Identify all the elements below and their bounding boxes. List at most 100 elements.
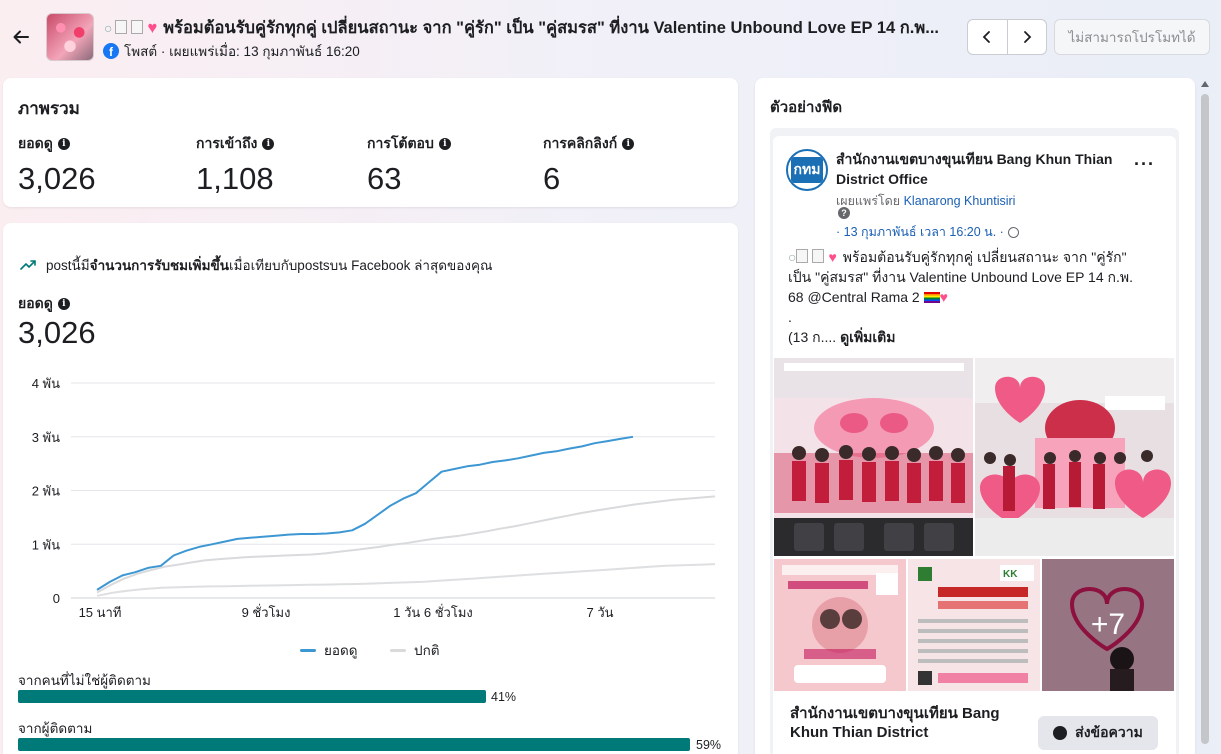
page-avatar[interactable]: กทม	[786, 149, 828, 191]
trending-up-icon	[20, 260, 36, 270]
x-tick-label: 9 ชั่วโมง	[242, 604, 291, 620]
post-photo-more[interactable]: +7	[1042, 559, 1174, 691]
metric-value: 6	[543, 161, 561, 196]
source-bar-fill	[18, 690, 486, 703]
rainbow-flag-icon	[923, 292, 940, 303]
published-by: เผยแพร่โดย Klanarong Khuntisiri	[836, 194, 1016, 208]
legend-views[interactable]: ยอดดู	[300, 639, 358, 661]
overview-title: ภาพรวม	[18, 99, 80, 118]
promote-button-disabled: ไม่สามารถโปรโมทได้	[1054, 19, 1210, 55]
overview-card: ภาพรวม ยอดดู i 3,026 การเข้าถึง i 1,108 กา…	[3, 78, 738, 207]
see-more-link[interactable]: ดูเพิ่มเติม	[840, 329, 895, 345]
views-label: ยอดดู i	[18, 293, 70, 315]
info-icon[interactable]: i	[57, 138, 70, 150]
post-photo[interactable]: KK	[908, 559, 1040, 691]
post-title: ○ ♥ พร้อมต้อนรับคู่รักทุกคู่ เปลี่ยนสถานะ …	[104, 15, 960, 41]
previous-post-button[interactable]	[968, 20, 1007, 54]
trend-text-bold: จำนวนการรับชมเพิ่มขึ้น	[89, 258, 229, 273]
document-emoji-icon	[131, 20, 144, 34]
post-date: · 13 กุมภาพันธ์ เวลา 16:20 น. ·	[836, 222, 1019, 242]
document-emoji-icon	[115, 20, 128, 34]
heart-emoji-icon: ♥	[939, 289, 948, 305]
metric-label: การโต้ตอบ	[367, 135, 434, 151]
legend-swatch	[390, 648, 406, 652]
legend-label: ยอดดู	[324, 643, 358, 658]
svg-text:KK: KK	[1003, 569, 1018, 580]
trend-message: postนี้มี จำนวนการรับชมเพิ่มขึ้น เมื่อเทีย…	[20, 254, 493, 276]
y-tick-label: 2 พัน	[32, 484, 60, 499]
document-emoji-icon	[796, 249, 809, 263]
preview-scrollbar[interactable]	[1198, 78, 1212, 754]
scroll-thumb[interactable]	[1201, 94, 1209, 744]
source-percent-nonfollowers: 41%	[491, 690, 517, 704]
source-label-nonfollowers: จากคนที่ไม่ใช่ผู้ติดตาม	[18, 673, 151, 688]
chevron-left-icon	[983, 31, 991, 43]
facebook-icon: f	[103, 43, 119, 59]
source-bar-nonfollowers	[18, 690, 486, 703]
post-title-text: พร้อมต้อนรับคู่รักทุกคู่ เปลี่ยนสถานะ จา…	[163, 19, 939, 37]
y-tick-label: 0	[53, 591, 60, 606]
post-meta-text: โพสต์ · เผยแพร่เมื่อ: 13 กุมภาพันธ์ 16:2…	[124, 44, 360, 59]
ring-emoji-icon: ○	[788, 249, 797, 265]
source-bar-followers	[18, 738, 690, 751]
publisher-link[interactable]: Klanarong Khuntisiri	[904, 194, 1016, 208]
heart-emoji-icon: ♥	[828, 249, 837, 265]
next-post-button[interactable]	[1006, 20, 1046, 54]
post-photo[interactable]	[774, 559, 906, 691]
info-icon[interactable]: i	[262, 138, 275, 150]
metric-value: 1,108	[196, 161, 274, 196]
source-percent-followers: 59%	[696, 738, 722, 752]
post-photo[interactable]	[774, 358, 973, 556]
feed-preview-card: ตัวอย่างฟีด กทม สำนักงานเขตบางขุนเทียน B…	[755, 78, 1195, 754]
x-tick-label: 1 วัน 6 ชั่วโมง	[393, 604, 473, 620]
y-tick-label: 1 พัน	[32, 537, 60, 552]
info-icon[interactable]: i	[622, 138, 635, 150]
info-icon[interactable]: i	[438, 138, 451, 150]
metric-value: 3,026	[18, 161, 96, 196]
post-caption: ○ ♥ พร้อมต้อนรับคู่รักทุกคู่ เปลี่ยนสถานะ …	[788, 249, 1134, 345]
heart-emoji-icon: ♥	[147, 19, 158, 37]
legend-typical[interactable]: ปกติ	[390, 639, 440, 661]
document-emoji-icon	[812, 249, 825, 263]
post-photo[interactable]	[975, 358, 1174, 556]
views-value: 3,026	[18, 315, 96, 350]
footer-page-name[interactable]: สำนักงานเขตบางขุนเทียน Bang Khun Thian D…	[790, 704, 1020, 742]
globe-icon	[1007, 226, 1019, 238]
trend-text: เมื่อเทียบกับpostsบน Facebook ล่าสุดของค…	[228, 258, 493, 273]
facebook-post-preview: กทม สำนักงานเขตบางขุนเทียน Bang Khun Thi…	[773, 136, 1176, 754]
more-photos-overlay[interactable]: +7	[1042, 559, 1174, 691]
metric-label: ยอดดู	[18, 135, 53, 151]
metric-link-clicks: การคลิกลิงก์ i 6	[543, 133, 635, 197]
post-navigation	[967, 19, 1047, 55]
page-name[interactable]: สำนักงานเขตบางขุนเทียน Bang Khun Thian D…	[836, 149, 1116, 189]
views-series-line	[96, 435, 634, 591]
legend-label: ปกติ	[414, 643, 440, 658]
metric-label: การเข้าถึง	[196, 135, 258, 151]
views-detail-card: postนี้มี จำนวนการรับชมเพิ่มขึ้น เมื่อเทีย…	[3, 223, 738, 754]
feed-preview-title: ตัวอย่างฟีด	[770, 99, 843, 116]
source-label-followers: จากผู้ติดตาม	[18, 721, 93, 736]
more-options-icon[interactable]: ···	[1134, 154, 1155, 175]
feed-preview-frame: กทม สำนักงานเขตบางขุนเทียน Bang Khun Thi…	[770, 128, 1179, 754]
metric-value: 63	[367, 161, 402, 196]
ring-emoji-icon: ○	[104, 20, 113, 36]
typical-lower-series-line	[96, 563, 716, 597]
metric-interactions: การโต้ตอบ i 63	[367, 133, 451, 197]
post-thumbnail[interactable]	[46, 13, 94, 61]
x-tick-label: 7 วัน	[586, 605, 613, 620]
chevron-right-icon	[1024, 31, 1032, 43]
help-icon[interactable]: ?	[838, 207, 850, 219]
y-tick-label: 3 พัน	[32, 430, 60, 445]
y-tick-label: 4 พัน	[32, 376, 60, 391]
source-bar-fill	[18, 738, 690, 751]
metric-views: ยอดดู i 3,026	[18, 133, 96, 197]
post-header: ○ ♥ พร้อมต้อนรับคู่รักทุกคู่ เปลี่ยนสถานะ …	[0, 0, 1221, 76]
info-icon[interactable]: i	[57, 298, 70, 310]
send-message-label: ส่งข้อความ	[1075, 724, 1143, 740]
scroll-up-arrow-icon[interactable]	[1201, 81, 1209, 87]
send-message-button[interactable]: ส่งข้อความ	[1038, 716, 1158, 750]
trend-text: postนี้มี	[46, 258, 90, 273]
legend-swatch	[300, 648, 316, 652]
post-meta: f โพสต์ · เผยแพร่เมื่อ: 13 กุมภาพันธ์ 16…	[103, 40, 360, 62]
back-arrow-icon[interactable]	[10, 26, 32, 48]
